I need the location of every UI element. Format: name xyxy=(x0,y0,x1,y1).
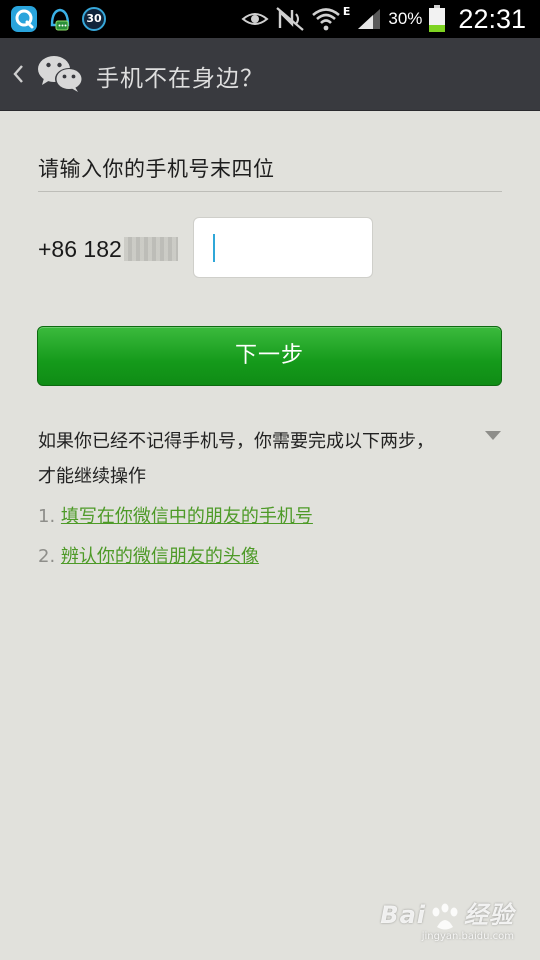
phone-prompt-label: 请输入你的手机号末四位 xyxy=(38,157,275,181)
help-text-line: 如果你已经不记得手机号，你需要完成以下两步， xyxy=(38,431,434,452)
action-bar: 手机不在身边？ xyxy=(0,38,540,110)
status-bar: 30 E 30% 22:31 xyxy=(0,0,540,38)
baidu-jingyan-watermark: Bai 经验 jingyan.baidu.com xyxy=(380,895,514,943)
friend-phone-link[interactable]: 填写在你微信中的朋友的手机号 xyxy=(61,506,313,527)
notification-count-badge: 30 xyxy=(82,7,106,31)
messenger-bell-icon xyxy=(50,8,70,31)
text-cursor xyxy=(213,234,215,262)
expand-triangle-icon[interactable] xyxy=(480,426,506,446)
watermark-url: jingyan.baidu.com xyxy=(421,931,514,942)
step-number: 1. xyxy=(38,506,56,527)
watermark-brand-left: Bai xyxy=(380,900,426,929)
phone-number-prefix: +86 182 xyxy=(38,236,122,262)
wechat-logo-icon xyxy=(38,56,83,92)
divider xyxy=(38,191,502,192)
status-bar-indicators: E 30% 22:31 xyxy=(241,0,526,38)
clock: 22:31 xyxy=(458,3,526,34)
wifi-icon xyxy=(312,8,340,31)
status-bar-notifications: 30 xyxy=(10,4,106,34)
chat-app-icon xyxy=(11,6,37,32)
page-title: 手机不在身边？ xyxy=(96,66,264,92)
network-type-indicator: E xyxy=(342,5,351,18)
eye-icon xyxy=(241,13,269,25)
help-step-1: 1. 填写在你微信中的朋友的手机号 xyxy=(38,502,313,528)
battery-percent: 30% xyxy=(388,9,423,28)
step-number: 2. xyxy=(38,546,56,567)
watermark-brand-right: 经验 xyxy=(464,900,514,929)
help-text-line: 才能继续操作 xyxy=(38,466,146,487)
next-step-button[interactable]: 下一步 xyxy=(37,326,502,386)
back-button[interactable] xyxy=(0,38,90,110)
paw-logo-icon xyxy=(432,903,458,930)
cell-signal-icon xyxy=(358,9,381,29)
chevron-left-icon xyxy=(13,65,23,83)
masked-phone-digits xyxy=(124,237,178,261)
help-step-2: 2. 辨认你的微信朋友的头像 xyxy=(38,542,259,568)
help-text: 如果你已经不记得手机号，你需要完成以下两步， 才能继续操作 xyxy=(38,424,483,494)
battery-icon xyxy=(429,5,446,32)
last-four-digits-input[interactable] xyxy=(193,217,373,278)
identify-avatar-link[interactable]: 辨认你的微信朋友的头像 xyxy=(61,546,259,567)
nfc-muted-icon xyxy=(276,7,304,31)
